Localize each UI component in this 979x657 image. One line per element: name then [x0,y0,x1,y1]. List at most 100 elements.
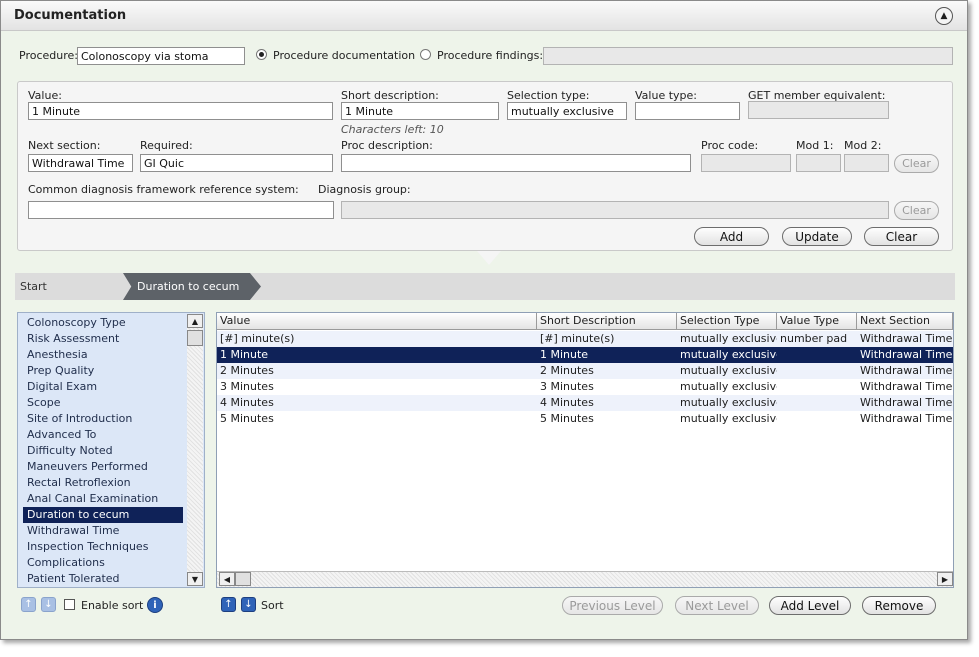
breadcrumb-start[interactable]: Start [20,280,47,293]
section-list-item[interactable]: Site of Introduction [23,411,183,427]
section-list-item[interactable]: Scope [23,395,183,411]
table-row[interactable]: [#] minute(s) [#] minute(s) mutually exclu… [217,331,953,347]
short-description-label: Short description: [341,89,439,102]
table-cell: 2 Minutes [220,364,274,377]
next-level-button[interactable]: Next Level [675,596,759,615]
proc-clear-button[interactable]: Clear [894,154,939,173]
table-cell: 3 Minutes [540,380,594,393]
procedure-field[interactable]: Colonoscopy via stoma [77,47,245,65]
section-list-item[interactable]: Colonoscopy Type [23,315,183,331]
diagnosis-clear-button[interactable]: Clear [894,201,939,220]
left-move-up-icon[interactable]: ↑ [21,597,36,612]
section-list-item[interactable]: Rectal Retroflexion [23,475,183,491]
table-row[interactable]: 4 Minutes 4 Minutes mutually exclusive With… [217,395,953,411]
section-list-item[interactable]: Prep Quality [23,363,183,379]
required-label: Required: [140,139,193,152]
table-row[interactable]: 5 Minutes 5 Minutes mutually exclusive With… [217,411,953,427]
chevron-up-icon: ▲ [940,11,948,21]
proc-code-field [701,154,791,172]
table-cell: 1 Minute [220,348,269,361]
section-list-item[interactable]: Anesthesia [23,347,183,363]
table-cell: mutually exclusive [680,348,777,361]
section-list-scrollbar[interactable]: ▲ ▼ [187,314,203,586]
section-list[interactable]: ▲ ▼ Colonoscopy Type Risk Assessment Anest… [17,312,205,588]
table-cell: mutually exclusive [680,412,777,425]
short-description-field[interactable]: 1 Minute [341,102,499,120]
value-field[interactable]: 1 Minute [28,102,333,120]
table-cell: mutually exclusive [680,332,777,345]
column-header[interactable]: Value Type [777,313,857,330]
section-list-item[interactable]: Complications [23,555,183,571]
breadcrumb: Start Duration to cecum [15,273,955,300]
cdf-field[interactable] [28,201,334,219]
table-cell [777,411,857,427]
table-cell: mutually exclusive [680,380,777,393]
enable-sort-checkbox[interactable] [64,599,75,610]
scroll-up-icon[interactable]: ▲ [187,314,203,328]
next-section-select[interactable]: Withdrawal Time [28,154,133,172]
breadcrumb-current-label: Duration to cecum [137,280,240,293]
proc-code-label: Proc code: [701,139,759,152]
scroll-down-icon[interactable]: ▼ [187,572,203,586]
left-move-down-icon[interactable]: ↓ [41,597,56,612]
section-list-item[interactable]: Patient Tolerated [23,571,183,587]
section-list-item[interactable]: Maneuvers Performed [23,459,183,475]
column-header[interactable]: Short Description [537,313,677,330]
table-cell: number pad [780,332,848,345]
table-cell: [#] minute(s) [540,332,615,345]
scroll-left-icon[interactable]: ◀ [219,572,235,586]
add-level-button[interactable]: Add Level [769,596,851,615]
table-row[interactable]: 2 Minutes 2 Minutes mutually exclusive With… [217,363,953,379]
add-button[interactable]: Add [694,227,769,246]
table-cell: 2 Minutes [540,364,594,377]
procedure-findings-radio[interactable] [420,49,431,60]
value-type-select[interactable] [635,102,740,120]
scroll-thumb[interactable] [187,330,203,346]
table-cell [777,379,857,395]
mod2-label: Mod 2: [844,139,882,152]
remove-button[interactable]: Remove [862,596,936,615]
section-list-item[interactable]: Difficulty Noted [23,443,183,459]
table-row[interactable]: 1 Minute 1 Minute mutually exclusive Withdr… [217,347,953,363]
values-grid: Value Short Description Selection Type Valu… [216,312,954,588]
section-list-item[interactable]: Anal Canal Examination [23,491,183,507]
table-cell: Withdrawal Time [860,412,953,425]
procedure-findings-label: Procedure findings: [437,49,544,62]
table-cell: 4 Minutes [220,396,274,409]
window-title: Documentation [14,8,127,23]
collapse-button[interactable]: ▲ [935,7,953,25]
table-cell: mutually exclusive [680,364,777,377]
grid-move-up-icon[interactable]: ↑ [221,597,236,612]
diagnosis-group-label: Diagnosis group: [318,183,411,196]
update-button[interactable]: Update [782,227,852,246]
required-field[interactable]: GI Quic [140,154,333,172]
mod1-label: Mod 1: [796,139,834,152]
value-label: Value: [28,89,62,102]
table-cell: 1 Minute [540,348,589,361]
procedure-documentation-radio[interactable] [256,49,267,60]
procedure-findings-field [543,47,953,65]
column-header[interactable]: Selection Type [677,313,777,330]
previous-level-button[interactable]: Previous Level [562,596,663,615]
section-list-item[interactable]: Digital Exam [23,379,183,395]
column-header[interactable]: Next Section [857,313,953,330]
table-cell: Withdrawal Time [860,396,953,409]
selection-type-select[interactable]: mutually exclusive [507,102,627,120]
info-icon[interactable]: i [147,597,163,613]
section-list-item[interactable]: Advanced To [23,427,183,443]
grid-move-down-icon[interactable]: ↓ [241,597,256,612]
section-list-item[interactable]: Inspection Techniques [23,539,183,555]
proc-description-field[interactable] [341,154,691,172]
section-list-item[interactable]: Duration to cecum [23,507,183,523]
table-row[interactable]: 3 Minutes 3 Minutes mutually exclusive With… [217,379,953,395]
grid-horizontal-scrollbar[interactable]: ◀ ▶ [217,571,953,587]
enable-sort-label: Enable sort [81,599,144,612]
scroll-right-icon[interactable]: ▶ [937,572,953,586]
section-list-item[interactable]: Risk Assessment [23,331,183,347]
breadcrumb-current[interactable]: Duration to cecum [123,273,261,300]
clear-button[interactable]: Clear [864,227,939,246]
title-bar: Documentation ▲ [1,1,967,31]
h-scroll-thumb[interactable] [235,572,251,586]
section-list-item[interactable]: Withdrawal Time [23,523,183,539]
column-header[interactable]: Value [217,313,537,330]
